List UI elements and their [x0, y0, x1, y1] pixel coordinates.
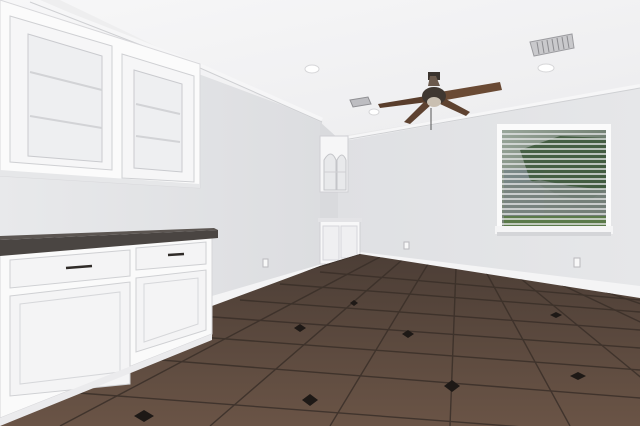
- recessed-light: [368, 108, 380, 116]
- wall-outlet: [573, 257, 581, 268]
- wall-outlet: [262, 258, 269, 268]
- window: [495, 124, 613, 236]
- recessed-light: [537, 63, 555, 73]
- drawer-handle: [167, 252, 185, 257]
- recessed-light: [304, 64, 320, 74]
- wall-outlet: [403, 241, 410, 250]
- room-photo: [0, 0, 640, 426]
